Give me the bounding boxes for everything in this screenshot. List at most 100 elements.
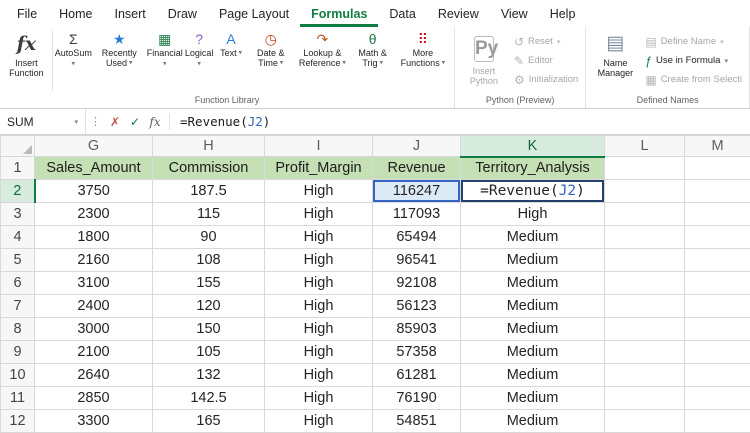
ribbon-button-recently-used[interactable]: ★Recently Used ▾: [92, 28, 146, 68]
cancel-button[interactable]: ✗: [105, 109, 125, 134]
row-header-11[interactable]: 11: [1, 387, 35, 410]
cell-I8[interactable]: High: [265, 318, 373, 341]
cell-M10[interactable]: [685, 364, 750, 387]
ribbon-button-logical[interactable]: ?Logical ▾: [183, 28, 215, 69]
cell-G7[interactable]: 2400: [35, 295, 153, 318]
ribbon-button-lookup-reference[interactable]: ↷Lookup & Reference ▾: [294, 28, 350, 68]
cell-H9[interactable]: 105: [153, 341, 265, 364]
cell-M5[interactable]: [685, 249, 750, 272]
menu-tab-page-layout[interactable]: Page Layout: [208, 0, 300, 27]
ribbon-item-reset[interactable]: ↺Reset ▾: [510, 32, 582, 51]
cell-J5[interactable]: 96541: [373, 249, 461, 272]
cell-J2[interactable]: 116247: [373, 180, 461, 203]
cell-G4[interactable]: 1800: [35, 226, 153, 249]
row-header-10[interactable]: 10: [1, 364, 35, 387]
cell-H12[interactable]: 165: [153, 410, 265, 433]
menu-tab-formulas[interactable]: Formulas: [300, 0, 378, 27]
cell-K5[interactable]: Medium: [461, 249, 605, 272]
cell-M8[interactable]: [685, 318, 750, 341]
cell-H3[interactable]: 115: [153, 203, 265, 226]
cell-G10[interactable]: 2640: [35, 364, 153, 387]
cell-I11[interactable]: High: [265, 387, 373, 410]
menu-tab-draw[interactable]: Draw: [157, 0, 208, 27]
cell-G1[interactable]: Sales_Amount: [35, 157, 153, 180]
cell-G2[interactable]: 3750: [35, 180, 153, 203]
cell-M1[interactable]: [685, 157, 750, 180]
cell-M11[interactable]: [685, 387, 750, 410]
cell-K2[interactable]: =Revenue(J2): [461, 180, 605, 203]
cell-J10[interactable]: 61281: [373, 364, 461, 387]
enter-button[interactable]: ✓: [125, 109, 145, 134]
cell-I10[interactable]: High: [265, 364, 373, 387]
cell-M6[interactable]: [685, 272, 750, 295]
cell-K7[interactable]: Medium: [461, 295, 605, 318]
cell-L12[interactable]: [605, 410, 685, 433]
cell-I9[interactable]: High: [265, 341, 373, 364]
cell-K6[interactable]: Medium: [461, 272, 605, 295]
insert-function-button[interactable]: fx Insert Function: [3, 28, 50, 79]
cell-L1[interactable]: [605, 157, 685, 180]
cell-H11[interactable]: 142.5: [153, 387, 265, 410]
ribbon-button-autosum[interactable]: ΣAutoSum ▾: [55, 28, 92, 69]
menu-tab-file[interactable]: File: [6, 0, 48, 27]
cell-J3[interactable]: 117093: [373, 203, 461, 226]
cell-J12[interactable]: 54851: [373, 410, 461, 433]
row-header-8[interactable]: 8: [1, 318, 35, 341]
cell-K11[interactable]: Medium: [461, 387, 605, 410]
name-box[interactable]: SUM ▾: [0, 109, 86, 134]
cell-M12[interactable]: [685, 410, 750, 433]
cell-G12[interactable]: 3300: [35, 410, 153, 433]
cell-I1[interactable]: Profit_Margin: [265, 157, 373, 180]
ribbon-button-date-time[interactable]: ◷Date & Time ▾: [247, 28, 294, 68]
cell-H5[interactable]: 108: [153, 249, 265, 272]
cell-I6[interactable]: High: [265, 272, 373, 295]
cell-K3[interactable]: High: [461, 203, 605, 226]
row-header-3[interactable]: 3: [1, 203, 35, 226]
formula-input[interactable]: =Revenue(J2): [174, 109, 270, 134]
cell-L10[interactable]: [605, 364, 685, 387]
cell-J1[interactable]: Revenue: [373, 157, 461, 180]
cell-I5[interactable]: High: [265, 249, 373, 272]
cell-G8[interactable]: 3000: [35, 318, 153, 341]
row-header-7[interactable]: 7: [1, 295, 35, 318]
menu-tab-home[interactable]: Home: [48, 0, 103, 27]
menu-tab-insert[interactable]: Insert: [104, 0, 157, 27]
cell-L6[interactable]: [605, 272, 685, 295]
cell-M2[interactable]: [685, 180, 750, 203]
cell-J11[interactable]: 76190: [373, 387, 461, 410]
ribbon-button-more-functions[interactable]: ⠿More Functions ▾: [395, 28, 451, 68]
cell-L2[interactable]: [605, 180, 685, 203]
cell-G3[interactable]: 2300: [35, 203, 153, 226]
cell-M9[interactable]: [685, 341, 750, 364]
cell-M3[interactable]: [685, 203, 750, 226]
cell-K12[interactable]: Medium: [461, 410, 605, 433]
cell-I3[interactable]: High: [265, 203, 373, 226]
column-header-I[interactable]: I: [265, 136, 373, 157]
column-header-H[interactable]: H: [153, 136, 265, 157]
cell-J7[interactable]: 56123: [373, 295, 461, 318]
cell-J9[interactable]: 57358: [373, 341, 461, 364]
menu-tab-help[interactable]: Help: [539, 0, 587, 27]
ribbon-item-use-in-formula[interactable]: ƒUse in Formula ▾: [641, 51, 746, 70]
cell-M4[interactable]: [685, 226, 750, 249]
column-header-L[interactable]: L: [605, 136, 685, 157]
row-header-2[interactable]: 2: [1, 180, 35, 203]
cell-H8[interactable]: 150: [153, 318, 265, 341]
name-manager-button[interactable]: ▤ Name Manager: [589, 28, 641, 79]
cell-G5[interactable]: 2160: [35, 249, 153, 272]
row-header-9[interactable]: 9: [1, 341, 35, 364]
ribbon-item-create-from-selecti[interactable]: ▦Create from Selecti: [641, 70, 746, 89]
row-header-4[interactable]: 4: [1, 226, 35, 249]
cell-I7[interactable]: High: [265, 295, 373, 318]
ribbon-item-editor[interactable]: ✎Editor: [510, 51, 582, 70]
column-header-K[interactable]: K: [461, 136, 605, 157]
menu-tab-review[interactable]: Review: [427, 0, 490, 27]
cell-L3[interactable]: [605, 203, 685, 226]
cell-L4[interactable]: [605, 226, 685, 249]
cell-J4[interactable]: 65494: [373, 226, 461, 249]
cell-I4[interactable]: High: [265, 226, 373, 249]
cell-L8[interactable]: [605, 318, 685, 341]
ribbon-item-define-name[interactable]: ▤Define Name ▾: [641, 32, 746, 51]
insert-function-small-button[interactable]: fx: [145, 109, 165, 134]
cell-H1[interactable]: Commission: [153, 157, 265, 180]
